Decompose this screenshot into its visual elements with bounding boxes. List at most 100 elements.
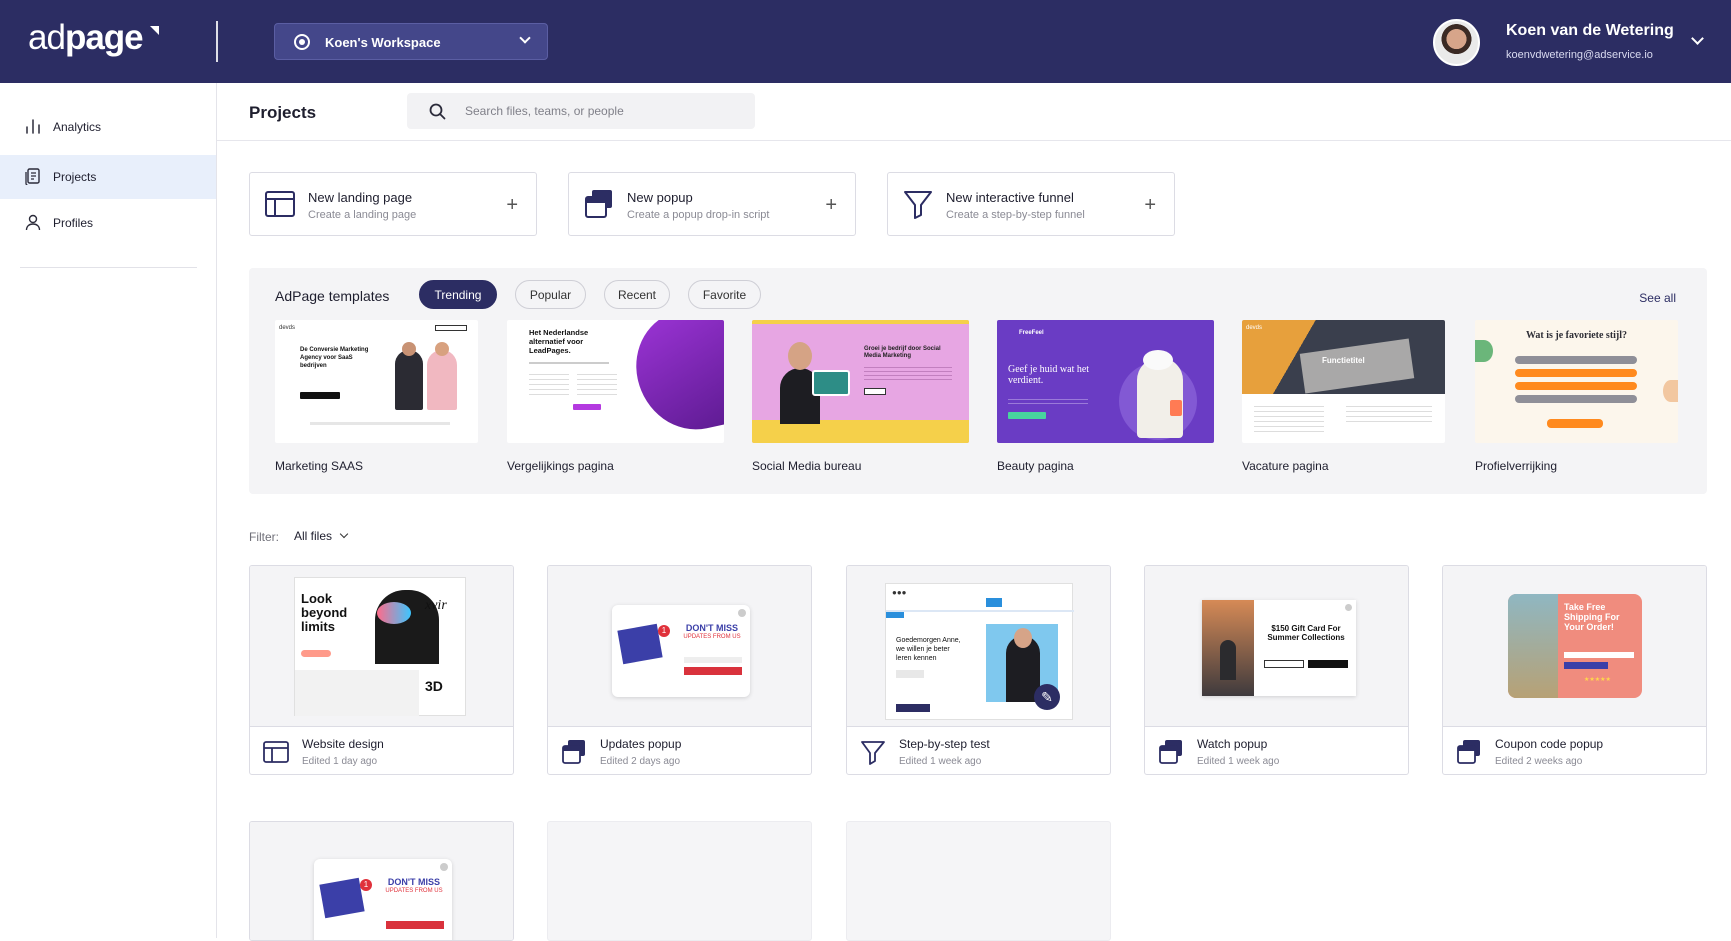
preview-subline: UPDATES FROM US <box>385 888 443 894</box>
popup-icon <box>1159 740 1182 764</box>
new-interactive-funnel-card[interactable]: New interactive funnel Create a step-by-… <box>887 172 1175 236</box>
user-menu-chevron-icon[interactable] <box>1691 32 1704 45</box>
file-preview: Look beyond limits xvir 3D <box>250 566 513 727</box>
thumb-headline: De Conversie Marketing Agency voor SaaS … <box>300 347 369 369</box>
create-card-title: New interactive funnel <box>946 190 1074 205</box>
popup-icon <box>562 740 585 764</box>
file-name: Website design <box>302 737 384 751</box>
file-card-placeholder[interactable] <box>547 821 812 941</box>
template-card-vacature-pagina[interactable]: devds Functietitel Vacature pagina <box>1242 320 1445 473</box>
sidebar: Analytics Projects Profiles <box>0 83 217 938</box>
new-landing-page-card[interactable]: New landing page Create a landing page + <box>249 172 537 236</box>
search-icon <box>429 103 446 120</box>
thumb-headline: Het Nederlandse alternatief voor LeadPag… <box>529 328 589 355</box>
template-thumbnail: Het Nederlandse alternatief voor LeadPag… <box>507 320 724 443</box>
file-card-coupon-code-popup[interactable]: Take Free Shipping For Your Order! ★★★★★… <box>1442 565 1707 775</box>
file-name: Updates popup <box>600 737 682 751</box>
template-name: Social Media bureau <box>752 459 862 473</box>
workspace-radio-icon <box>294 34 310 50</box>
tab-favorite[interactable]: Favorite <box>688 280 761 309</box>
file-preview: 1 DON'T MISS UPDATES FROM US <box>250 822 513 940</box>
file-edited-time: Edited 2 weeks ago <box>1495 756 1583 767</box>
create-card-title: New landing page <box>308 190 413 205</box>
sidebar-item-analytics[interactable]: Analytics <box>0 105 216 149</box>
sidebar-item-label: Analytics <box>53 120 102 134</box>
template-thumbnail: devds Functietitel <box>1242 320 1445 443</box>
file-preview: $150 Gift Card For Summer Collections <box>1145 566 1408 727</box>
chevron-down-icon[interactable] <box>339 529 349 539</box>
template-card-vergelijkings-pagina[interactable]: Het Nederlandse alternatief voor LeadPag… <box>507 320 724 473</box>
file-edited-time: Edited 1 week ago <box>1197 756 1280 767</box>
template-name: Profielverrijking <box>1475 459 1558 473</box>
plus-icon: + <box>506 194 518 216</box>
sidebar-divider <box>20 267 197 268</box>
preview-headline: DON'T MISS <box>387 877 441 887</box>
create-card-subtitle: Create a step-by-step funnel <box>946 209 1085 221</box>
layout-icon <box>265 191 295 217</box>
plus-icon: + <box>1144 194 1156 216</box>
preview-subline: UPDATES FROM US <box>683 634 741 640</box>
thumb-brand: devds <box>1246 325 1263 331</box>
file-edited-time: Edited 1 day ago <box>302 756 378 767</box>
file-card-placeholder[interactable] <box>846 821 1111 941</box>
template-name: Marketing SAAS <box>275 459 364 473</box>
template-thumbnail: Groei je bedrijf door Social Media Marke… <box>752 320 969 443</box>
preview-headline: Look beyond limits <box>301 591 348 634</box>
bar-chart-icon <box>26 119 40 134</box>
document-icon <box>25 168 40 185</box>
user-email: koenvdwetering@adservice.io <box>1506 49 1653 61</box>
template-card-marketing-saas[interactable]: devds De Conversie Marketing Agency voor… <box>275 320 478 473</box>
file-name: Step-by-step test <box>899 737 990 751</box>
template-card-profielverrijking[interactable]: Wat is je favoriete stijl? Profielverrij… <box>1475 320 1678 473</box>
template-card-beauty-pagina[interactable]: FreeFeel Geef je huid wat het verdient. … <box>997 320 1214 473</box>
new-popup-card[interactable]: New popup Create a popup drop-in script … <box>568 172 856 236</box>
template-thumbnail: Wat is je favoriete stijl? <box>1475 320 1678 443</box>
file-edited-time: Edited 1 week ago <box>899 756 982 767</box>
file-preview: Take Free Shipping For Your Order! ★★★★★ <box>1443 566 1706 727</box>
file-card-website-design[interactable]: Look beyond limits xvir 3D Website desig… <box>249 565 514 775</box>
tab-popular[interactable]: Popular <box>515 280 586 309</box>
template-thumbnail: devds De Conversie Marketing Agency voor… <box>275 320 478 443</box>
sidebar-item-profiles[interactable]: Profiles <box>0 201 216 245</box>
thumb-headline: Geef je huid wat het verdient. <box>1008 364 1090 386</box>
file-preview: 1 DON'T MISS UPDATES FROM US <box>548 566 811 727</box>
sidebar-item-label: Profiles <box>53 216 94 230</box>
tab-recent[interactable]: Recent <box>604 280 670 309</box>
workspace-selector[interactable]: Koen's Workspace <box>274 23 548 60</box>
filter-dropdown[interactable]: All files <box>294 529 332 543</box>
popup-icon <box>1457 740 1480 764</box>
template-name: Beauty pagina <box>997 459 1074 473</box>
header-divider <box>216 21 218 62</box>
file-edited-time: Edited 2 days ago <box>600 756 681 767</box>
search-bar[interactable] <box>407 93 755 129</box>
file-name: Coupon code popup <box>1495 737 1604 751</box>
see-all-link[interactable]: See all <box>1639 291 1676 305</box>
file-card[interactable]: 1 DON'T MISS UPDATES FROM US <box>249 821 514 941</box>
adpage-logo[interactable]: adpage <box>28 18 144 58</box>
create-card-subtitle: Create a landing page <box>308 209 417 221</box>
search-input[interactable] <box>465 102 745 120</box>
preview-headline: Goedemorgen Anne, we willen je beter ler… <box>896 637 961 662</box>
funnel-icon <box>904 191 932 219</box>
thumb-brand: devds <box>279 325 296 331</box>
thumb-headline: Wat is je favoriete stijl? <box>1525 330 1628 341</box>
preview-headline: Take Free Shipping For Your Order! <box>1564 602 1620 632</box>
adpage-templates-section: AdPage templates Trending Popular Recent… <box>249 268 1707 494</box>
file-card-updates-popup[interactable]: 1 DON'T MISS UPDATES FROM US Updates pop… <box>547 565 812 775</box>
template-name: Vergelijkings pagina <box>507 459 614 473</box>
sidebar-item-label: Projects <box>53 170 97 184</box>
file-card-step-by-step-test[interactable]: ●●● Goedemorgen Anne, we willen je beter… <box>846 565 1111 775</box>
funnel-icon <box>861 741 885 765</box>
workspace-name: Koen's Workspace <box>325 35 441 50</box>
sidebar-item-projects[interactable]: Projects <box>0 155 216 199</box>
templates-title: AdPage templates <box>275 288 390 304</box>
template-card-social-media-bureau[interactable]: Groei je bedrijf door Social Media Marke… <box>752 320 969 473</box>
create-card-subtitle: Create a popup drop-in script <box>627 209 770 221</box>
user-avatar[interactable] <box>1433 19 1480 66</box>
file-card-watch-popup[interactable]: $150 Gift Card For Summer Collections Wa… <box>1144 565 1409 775</box>
preview-headline: $150 Gift Card For Summer Collections <box>1267 624 1345 642</box>
chevron-down-icon <box>519 32 531 44</box>
file-preview: ●●● Goedemorgen Anne, we willen je beter… <box>847 566 1110 727</box>
main-header-divider <box>217 140 1731 141</box>
tab-trending[interactable]: Trending <box>419 280 497 309</box>
